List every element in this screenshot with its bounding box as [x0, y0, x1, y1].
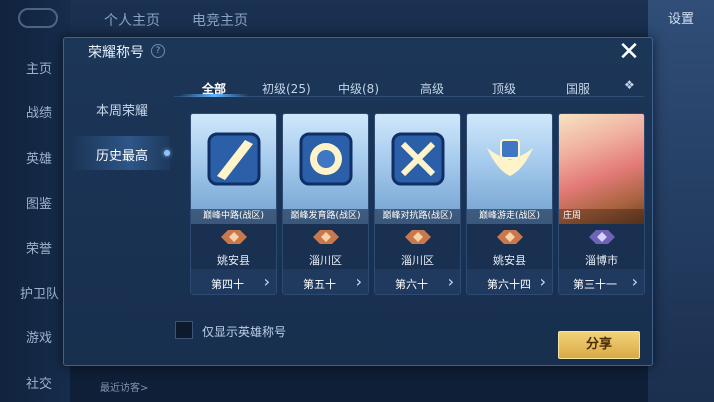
- rank-badge-icon: [313, 230, 339, 244]
- nav-item-hero[interactable]: 英雄: [0, 148, 70, 167]
- tab-national[interactable]: 国服: [566, 80, 590, 97]
- card-rank: 第五十: [303, 278, 336, 291]
- help-icon[interactable]: ?: [151, 44, 165, 58]
- right-panel-background: 设置: [648, 0, 714, 402]
- close-button[interactable]: ✕: [616, 39, 642, 66]
- card-art: [467, 114, 552, 224]
- chevron-right-icon[interactable]: ›: [632, 272, 638, 291]
- nav-item-home[interactable]: 主页: [0, 58, 70, 77]
- card-title-name: 巅峰游走(战区): [467, 209, 552, 224]
- card-region: 淄川区: [401, 254, 434, 267]
- chevron-right-icon[interactable]: ›: [264, 272, 270, 291]
- tab-advanced[interactable]: 高级: [420, 80, 444, 97]
- coin-emblem-icon: [299, 132, 353, 186]
- title-card[interactable]: 庄周 淄博市 第三十一 ›: [558, 113, 645, 295]
- bottom-bar: 最近访客>: [70, 366, 648, 402]
- card-rank-bar: 第五十 ›: [283, 269, 368, 294]
- card-rank-bar: 第四十 ›: [191, 269, 276, 294]
- card-region: 姚安县: [217, 254, 250, 267]
- card-art: [191, 114, 276, 224]
- title-card[interactable]: 巅峰对抗路(战区) 淄川区 第六十 ›: [374, 113, 461, 295]
- hero-portrait: [559, 114, 644, 224]
- card-title-name: 巅峰发育路(战区): [283, 209, 368, 224]
- back-icon[interactable]: [18, 8, 58, 28]
- nav-item-record[interactable]: 战绩: [0, 102, 70, 121]
- top-tab-profile[interactable]: 个人主页: [104, 10, 160, 30]
- chevron-right-icon[interactable]: ›: [448, 272, 454, 291]
- recent-visitors-link[interactable]: 最近访客>: [100, 379, 148, 394]
- left-nav-background: 主页 战绩 英雄 图鉴 荣誉 护卫队 游戏 社交: [0, 0, 70, 402]
- nav-item-social[interactable]: 社交: [0, 373, 70, 392]
- nav-item-guard[interactable]: 护卫队: [0, 283, 70, 302]
- card-region: 淄川区: [309, 254, 342, 267]
- dialog-title: 荣耀称号: [88, 45, 144, 61]
- card-rank: 第四十: [211, 278, 244, 291]
- hero-title-only-checkbox[interactable]: [175, 321, 193, 339]
- title-card[interactable]: 巅峰发育路(战区) 淄川区 第五十 ›: [282, 113, 369, 295]
- rank-badge-icon: [589, 230, 615, 244]
- side-tab-indicator-icon: [164, 150, 170, 156]
- rank-badge-icon: [405, 230, 431, 244]
- card-region: 姚安县: [493, 254, 526, 267]
- side-tab-weekly[interactable]: 本周荣耀: [96, 100, 148, 119]
- card-rank-bar: 第六十四 ›: [467, 269, 552, 294]
- title-card[interactable]: 巅峰中路(战区) 姚安县 第四十 ›: [190, 113, 277, 295]
- card-rank-bar: 第三十一 ›: [559, 269, 644, 294]
- nav-item-honor[interactable]: 荣誉: [0, 238, 70, 257]
- card-title-name: 巅峰中路(战区): [191, 209, 276, 224]
- chevron-right-icon[interactable]: ›: [540, 272, 546, 291]
- rank-badge-icon: [497, 230, 523, 244]
- tab-beginner[interactable]: 初级(25): [262, 80, 311, 97]
- title-card-list: 巅峰中路(战区) 姚安县 第四十 › 巅峰发育路(战区) 淄川区 第五十 › 巅…: [190, 113, 646, 297]
- card-title-name: 庄周: [559, 209, 644, 224]
- card-rank: 第三十一: [573, 278, 617, 291]
- tab-top[interactable]: 顶级: [492, 80, 516, 97]
- honor-title-dialog: 荣耀称号 ? ✕ 本周荣耀 历史最高 全部 初级(25) 中级(8) 高级 顶级…: [63, 37, 653, 366]
- chevron-right-icon[interactable]: ›: [356, 272, 362, 291]
- share-button[interactable]: 分享: [558, 331, 640, 359]
- card-rank: 第六十: [395, 278, 428, 291]
- settings-button[interactable]: 设置: [668, 8, 694, 27]
- card-art: [283, 114, 368, 224]
- card-rank-bar: 第六十 ›: [375, 269, 460, 294]
- top-tab-esports[interactable]: 电竞主页: [192, 10, 248, 30]
- wings-emblem-icon: [487, 139, 533, 176]
- checkbox-label: 仅显示英雄称号: [202, 325, 287, 339]
- rank-badge-icon: [221, 230, 247, 244]
- card-title-name: 巅峰对抗路(战区): [375, 209, 460, 224]
- tab-intermediate[interactable]: 中级(8): [338, 80, 379, 97]
- tabs-more-icon[interactable]: ❖: [624, 78, 635, 92]
- side-tab-history[interactable]: 历史最高: [96, 145, 148, 164]
- swords-emblem-icon: [391, 132, 445, 186]
- card-rank: 第六十四: [487, 278, 531, 291]
- tab-active-underline: [179, 94, 249, 97]
- nav-item-game[interactable]: 游戏: [0, 327, 70, 346]
- nav-item-atlas[interactable]: 图鉴: [0, 193, 70, 212]
- card-region: 淄博市: [585, 254, 618, 267]
- slash-emblem-icon: [207, 132, 261, 186]
- card-art: [375, 114, 460, 224]
- title-card[interactable]: 巅峰游走(战区) 姚安县 第六十四 ›: [466, 113, 553, 295]
